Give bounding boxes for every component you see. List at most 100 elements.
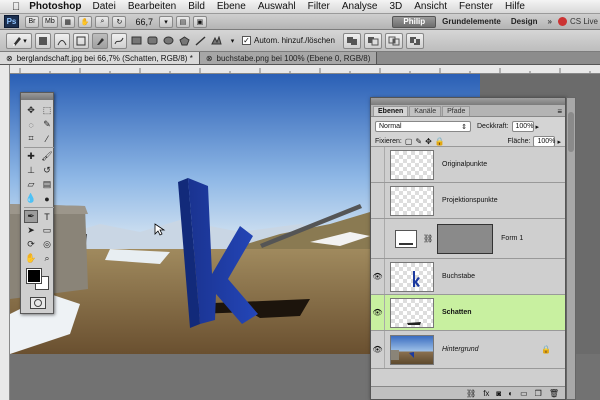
menu-analyse[interactable]: Analyse bbox=[342, 1, 378, 12]
blend-mode-select[interactable]: Normal ⇕ bbox=[375, 121, 471, 132]
blur-tool-icon[interactable]: 💧 bbox=[24, 192, 38, 205]
workspace-philip[interactable]: Philip bbox=[392, 15, 437, 28]
shape-tool-icon[interactable]: ▭ bbox=[40, 224, 54, 237]
eraser-icon[interactable]: ▱ bbox=[24, 178, 38, 191]
history-brush-icon[interactable]: ↺ bbox=[40, 164, 54, 177]
combine-shapes-icon[interactable] bbox=[342, 32, 361, 49]
menu-bearbeiten[interactable]: Bearbeiten bbox=[128, 1, 176, 12]
move-tool-icon[interactable]: ✥ bbox=[24, 104, 38, 117]
polygon-shape-icon[interactable] bbox=[178, 34, 191, 47]
zoom-tool-icon[interactable]: ⌕ bbox=[40, 252, 54, 265]
layer-row[interactable]: Originalpunkte bbox=[371, 147, 565, 183]
adjustment-layer-icon[interactable]: ◐ bbox=[508, 389, 513, 398]
rotate-view-icon[interactable]: ↻ bbox=[112, 15, 127, 28]
quick-mask-icon[interactable] bbox=[30, 297, 46, 309]
rectangle-shape-icon[interactable] bbox=[130, 34, 143, 47]
lock-all-icon[interactable]: 🔒 bbox=[435, 137, 445, 146]
new-group-icon[interactable]: ▭ bbox=[520, 389, 528, 398]
3d-orbit-icon[interactable]: ◎ bbox=[40, 238, 54, 251]
eye-icon[interactable]: 👁 bbox=[371, 259, 385, 294]
layer-row[interactable]: Projektionspunkte bbox=[371, 183, 565, 219]
fill-pixels-icon[interactable] bbox=[73, 32, 89, 49]
zoom-tool-icon[interactable]: ⌕ bbox=[95, 15, 110, 28]
add-mask-icon[interactable]: ◙ bbox=[496, 389, 501, 398]
pen-mode-icon[interactable] bbox=[92, 32, 108, 49]
lasso-tool-icon[interactable]: ◌ bbox=[24, 118, 38, 131]
hand-tool-icon[interactable]: ✋ bbox=[24, 252, 38, 265]
dodge-tool-icon[interactable]: ● bbox=[40, 192, 54, 205]
close-tab-icon[interactable]: ⊗ bbox=[6, 54, 13, 63]
crop-tool-icon[interactable]: ⌗ bbox=[24, 132, 38, 145]
lock-image-icon[interactable]: ✎ bbox=[415, 137, 422, 146]
ellipse-shape-icon[interactable] bbox=[162, 34, 175, 47]
geometry-options-icon[interactable]: ▾ bbox=[226, 34, 239, 47]
horizontal-ruler[interactable] bbox=[10, 65, 600, 74]
apple-icon[interactable]:  bbox=[12, 1, 20, 13]
quick-selection-icon[interactable]: ✎ bbox=[40, 118, 54, 131]
layer-style-icon[interactable]: fx bbox=[483, 389, 489, 398]
shape-layers-icon[interactable] bbox=[35, 32, 51, 49]
layer-row-selected[interactable]: 👁 Schatten bbox=[371, 295, 565, 331]
zoom-level[interactable]: 66,7 bbox=[135, 17, 153, 27]
eye-icon[interactable]: 👁 bbox=[371, 331, 385, 368]
layers-panel-header[interactable] bbox=[371, 98, 565, 105]
panel-menu-icon[interactable]: ≡ bbox=[557, 107, 562, 116]
menu-datei[interactable]: Datei bbox=[92, 1, 115, 12]
subtract-shape-icon[interactable] bbox=[363, 32, 382, 49]
hand-icon[interactable]: ✋ bbox=[77, 15, 93, 28]
menu-filter[interactable]: Filter bbox=[308, 1, 330, 12]
tab-kanaele[interactable]: Kanäle bbox=[409, 106, 442, 116]
delete-layer-icon[interactable]: 🗑 bbox=[549, 389, 559, 398]
pen-tool-icon[interactable]: ✒ bbox=[24, 210, 38, 223]
scrollbar-thumb[interactable] bbox=[568, 112, 574, 152]
marquee-tool-icon[interactable]: ⬚ bbox=[40, 104, 54, 117]
new-layer-icon[interactable]: ❐ bbox=[535, 389, 542, 398]
layer-row[interactable]: 👁 Hintergrund 🔒 bbox=[371, 331, 565, 369]
brush-tool-icon[interactable]: 🖌 bbox=[40, 150, 54, 163]
menu-auswahl[interactable]: Auswahl bbox=[258, 1, 296, 12]
menu-app-name[interactable]: Photoshop bbox=[29, 1, 81, 12]
vertical-ruler[interactable] bbox=[0, 65, 10, 400]
3d-rotate-icon[interactable]: ⟳ bbox=[24, 238, 38, 251]
menu-ansicht[interactable]: Ansicht bbox=[414, 1, 447, 12]
cs-live[interactable]: CS Live bbox=[557, 17, 598, 26]
menu-hilfe[interactable]: Hilfe bbox=[505, 1, 525, 12]
arrange-documents-icon[interactable]: ▤ bbox=[175, 15, 190, 28]
tab-berglandschaft[interactable]: ⊗ berglandschaft.jpg bei 66,7% (Schatten… bbox=[0, 52, 200, 64]
visibility-toggle[interactable] bbox=[371, 219, 385, 258]
bridge-button[interactable]: Br bbox=[25, 15, 39, 28]
eye-icon[interactable]: 👁 bbox=[371, 295, 385, 330]
menu-ebene[interactable]: Ebene bbox=[217, 1, 246, 12]
vector-mask-thumbnail[interactable] bbox=[437, 223, 494, 254]
menu-3d[interactable]: 3D bbox=[389, 1, 402, 12]
workspace-design[interactable]: Design bbox=[511, 17, 538, 26]
freeform-pen-icon[interactable] bbox=[111, 32, 127, 49]
color-swatches[interactable] bbox=[25, 268, 51, 291]
type-tool-icon[interactable]: T bbox=[40, 210, 54, 223]
workspace-grundelemente[interactable]: Grundelemente bbox=[442, 17, 501, 26]
panel-scrollbar[interactable] bbox=[566, 97, 576, 400]
clone-stamp-icon[interactable]: ⊥ bbox=[24, 164, 38, 177]
auto-add-delete-checkbox[interactable]: ✓ bbox=[242, 36, 251, 45]
eyedropper-icon[interactable]: ⁄ bbox=[40, 132, 54, 145]
visibility-toggle[interactable] bbox=[371, 183, 385, 218]
extras-button[interactable]: ▦ bbox=[60, 15, 75, 28]
menu-bild[interactable]: Bild bbox=[188, 1, 205, 12]
fill-dropdown-icon[interactable]: ▸ bbox=[557, 138, 561, 146]
tools-panel-header[interactable] bbox=[21, 93, 53, 100]
healing-brush-icon[interactable]: ✚ bbox=[24, 150, 38, 163]
more-workspaces-icon[interactable]: » bbox=[548, 17, 552, 26]
path-selection-icon[interactable]: ➤ bbox=[24, 224, 38, 237]
minibridge-button[interactable]: Mb bbox=[42, 15, 58, 28]
line-shape-icon[interactable] bbox=[194, 34, 207, 47]
paths-icon[interactable] bbox=[54, 32, 70, 49]
tool-preset-picker[interactable]: ▾ bbox=[6, 32, 32, 49]
close-tab-icon[interactable]: ⊗ bbox=[206, 54, 213, 63]
intersect-shape-icon[interactable] bbox=[384, 32, 403, 49]
layer-row[interactable]: ⛓ Form 1 bbox=[371, 219, 565, 259]
exclude-shape-icon[interactable] bbox=[405, 32, 424, 49]
lock-transparent-icon[interactable]: ▢ bbox=[405, 137, 413, 146]
link-layers-icon[interactable]: ⛓ bbox=[466, 389, 476, 398]
tab-buchstabe[interactable]: ⊗ buchstabe.png bei 100% (Ebene 0, RGB/8… bbox=[199, 52, 378, 64]
gradient-icon[interactable]: ▤ bbox=[40, 178, 54, 191]
